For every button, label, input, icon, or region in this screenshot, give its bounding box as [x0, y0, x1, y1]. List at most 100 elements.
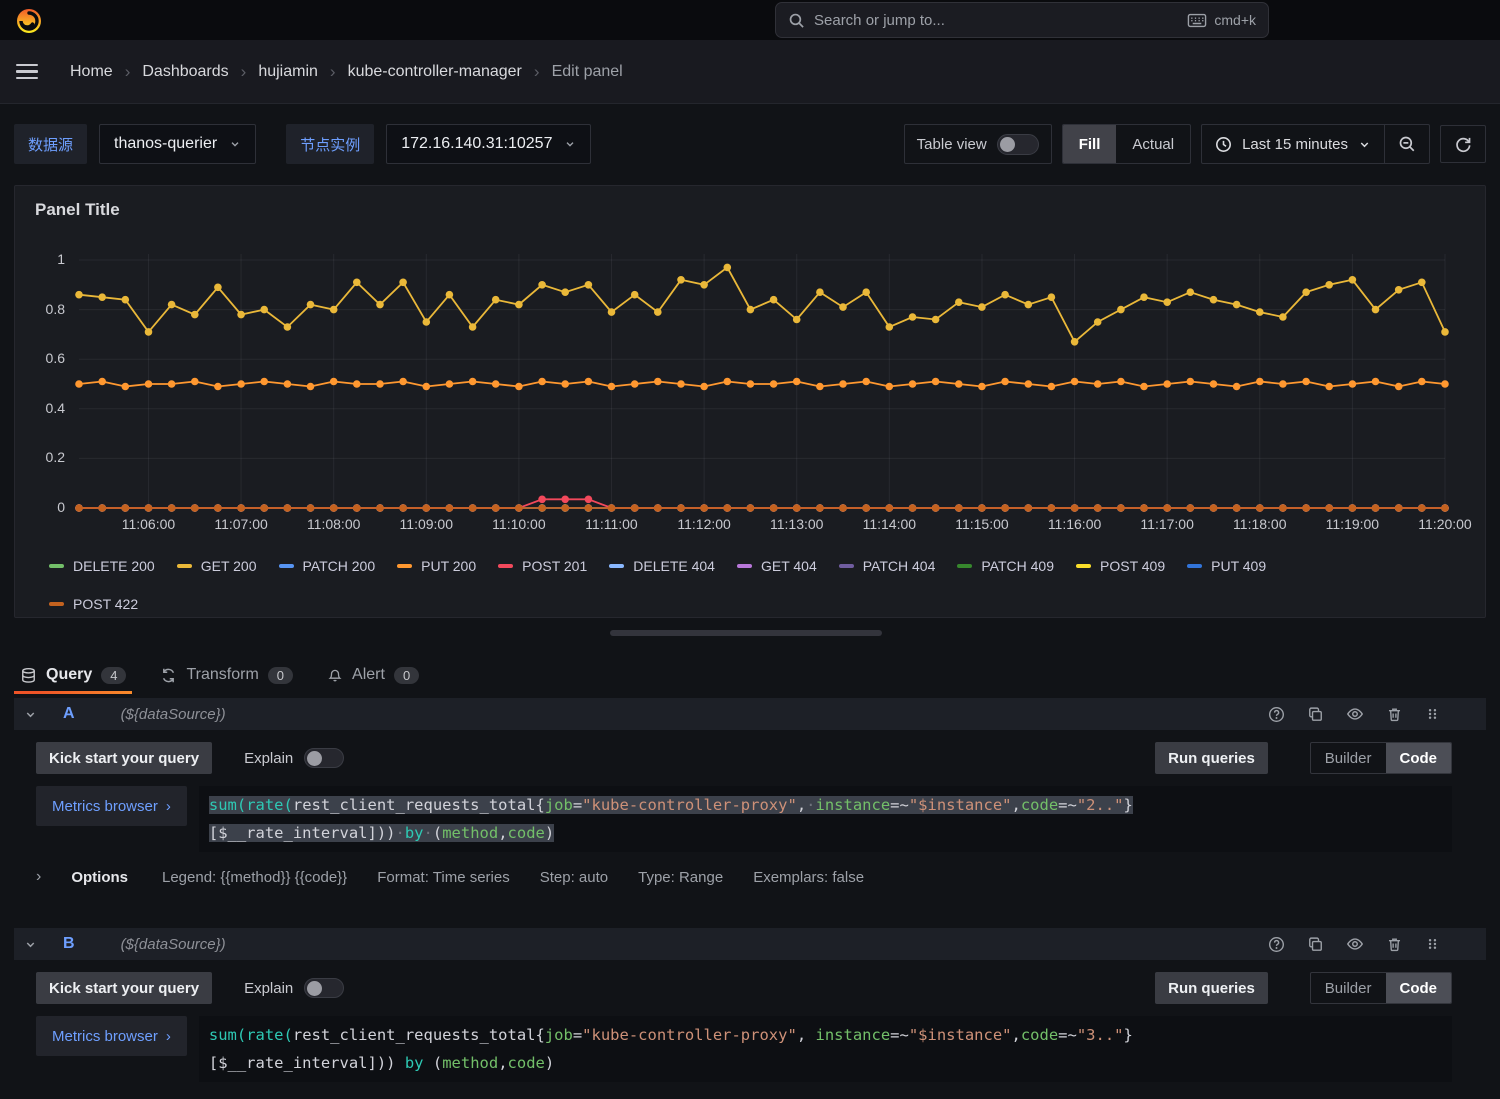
legend-swatch: [177, 564, 192, 568]
run-queries-button[interactable]: Run queries: [1155, 972, 1268, 1004]
legend-label: PATCH 200: [303, 558, 376, 574]
query-editor-row: Metrics browser › sum(rate(rest_client_r…: [36, 786, 1486, 852]
legend-item[interactable]: GET 404: [737, 558, 817, 574]
table-view-label: Table view: [917, 136, 987, 153]
legend-item[interactable]: POST 201: [498, 558, 587, 574]
search-input[interactable]: Search or jump to... cmd+k: [775, 2, 1269, 38]
legend-item[interactable]: PUT 409: [1187, 558, 1266, 574]
query-row-header[interactable]: B (${dataSource}): [14, 928, 1486, 960]
legend-swatch: [397, 564, 412, 568]
breadcrumb-item[interactable]: hujiamin: [258, 63, 318, 81]
code-line: sum(rate(rest_client_requests_total{job=…: [209, 791, 1442, 819]
query-count-badge: 4: [101, 667, 126, 684]
legend-swatch: [279, 564, 294, 568]
database-icon: [20, 667, 37, 684]
time-series-chart[interactable]: 00.20.40.60.8111:06:0011:07:0011:08:0011…: [29, 244, 1469, 550]
help-icon[interactable]: [1268, 706, 1285, 723]
query-section: Query 4 Transform 0 Alert 0: [0, 650, 1500, 1099]
collapse-chevron-icon[interactable]: [24, 938, 37, 951]
legend-label: PATCH 409: [981, 558, 1054, 574]
zoom-out-button[interactable]: [1385, 125, 1429, 163]
chevron-down-icon: [1358, 138, 1371, 151]
bell-icon: [327, 667, 343, 683]
builder-option[interactable]: Builder: [1311, 743, 1386, 773]
explain-toggle[interactable]: [304, 748, 344, 768]
collapse-chevron-icon[interactable]: [24, 708, 37, 721]
panel: Panel Title 00.20.40.60.8111:06:0011:07:…: [14, 185, 1486, 618]
x-axis-tick-label: 11:07:00: [196, 516, 286, 532]
query-ref-id[interactable]: A: [63, 705, 75, 723]
tab-alert[interactable]: Alert 0: [327, 658, 419, 692]
explain-toggle[interactable]: [304, 978, 344, 998]
breadcrumb-item[interactable]: Home: [70, 63, 113, 81]
transform-count-badge: 0: [268, 667, 293, 684]
metrics-browser-button[interactable]: Metrics browser ›: [36, 1016, 187, 1056]
drag-handle-icon[interactable]: [1425, 936, 1440, 952]
time-range-picker[interactable]: Last 15 minutes: [1202, 125, 1384, 163]
x-axis-tick-label: 11:18:00: [1215, 516, 1305, 532]
code-option[interactable]: Code: [1386, 743, 1452, 773]
disable-eye-icon[interactable]: [1346, 705, 1364, 723]
delete-icon[interactable]: [1386, 706, 1403, 723]
query-row-actions: [1268, 705, 1476, 723]
actual-option[interactable]: Actual: [1116, 125, 1190, 163]
legend-item[interactable]: PATCH 404: [839, 558, 936, 574]
query-datasource: (${dataSource}): [121, 706, 226, 723]
legend-item[interactable]: PATCH 200: [279, 558, 376, 574]
query-ref-id[interactable]: B: [63, 935, 75, 953]
menu-toggle-icon[interactable]: [16, 57, 50, 87]
options-label[interactable]: Options: [71, 869, 128, 886]
pane-resize-handle[interactable]: [610, 630, 882, 636]
fill-option[interactable]: Fill: [1063, 125, 1117, 163]
code-option[interactable]: Code: [1386, 973, 1452, 1003]
breadcrumb-item: Edit panel: [552, 63, 623, 81]
builder-option[interactable]: Builder: [1311, 973, 1386, 1003]
explain-control: Explain: [244, 978, 344, 998]
shortcut-hint: cmd+k: [1187, 12, 1256, 28]
legend-item[interactable]: POST 409: [1076, 558, 1165, 574]
legend-label: PUT 200: [421, 558, 476, 574]
legend-item[interactable]: GET 200: [177, 558, 257, 574]
breadcrumb-item[interactable]: kube-controller-manager: [348, 63, 522, 81]
search-placeholder: Search or jump to...: [814, 12, 1178, 29]
x-axis-tick-label: 11:17:00: [1122, 516, 1212, 532]
editor-tabs: Query 4 Transform 0 Alert 0: [14, 650, 1486, 694]
query-row-header[interactable]: A (${dataSource}): [14, 698, 1486, 730]
breadcrumb-item[interactable]: Dashboards: [142, 63, 228, 81]
explain-label: Explain: [244, 750, 293, 767]
legend-item[interactable]: DELETE 404: [609, 558, 715, 574]
metrics-browser-button[interactable]: Metrics browser ›: [36, 786, 187, 826]
variable-select[interactable]: thanos-querier: [99, 124, 256, 164]
disable-eye-icon[interactable]: [1346, 935, 1364, 953]
delete-icon[interactable]: [1386, 936, 1403, 953]
alert-count-badge: 0: [394, 667, 419, 684]
duplicate-icon[interactable]: [1307, 936, 1324, 953]
chevron-right-icon[interactable]: ›: [36, 868, 41, 886]
tab-query[interactable]: Query 4: [20, 658, 126, 692]
chevron-down-icon: [564, 138, 576, 150]
kick-start-button[interactable]: Kick start your query: [36, 742, 212, 774]
duplicate-icon[interactable]: [1307, 706, 1324, 723]
builder-code-switch: Builder Code: [1310, 742, 1452, 774]
help-icon[interactable]: [1268, 936, 1285, 953]
chart-legend: DELETE 200 GET 200 PATCH 200 PUT 200 POST 20…: [49, 558, 1473, 612]
kick-start-button[interactable]: Kick start your query: [36, 972, 212, 1004]
chart-plot[interactable]: [71, 244, 1455, 534]
refresh-button[interactable]: [1440, 125, 1486, 163]
legend-item[interactable]: PATCH 409: [957, 558, 1054, 574]
run-queries-button[interactable]: Run queries: [1155, 742, 1268, 774]
grafana-logo-icon[interactable]: [14, 5, 44, 35]
x-axis-tick-label: 11:12:00: [659, 516, 749, 532]
drag-handle-icon[interactable]: [1425, 706, 1440, 722]
variable-select[interactable]: 172.16.140.31:10257: [386, 124, 591, 164]
promql-code-editor[interactable]: sum(rate(rest_client_requests_total{job=…: [199, 786, 1452, 852]
table-view-toggle[interactable]: [997, 134, 1039, 155]
query-option-summary: Format: Time series: [377, 869, 510, 886]
legend-item[interactable]: DELETE 200: [49, 558, 155, 574]
legend-item[interactable]: POST 422: [49, 596, 138, 612]
chevron-down-icon: [229, 138, 241, 150]
x-axis-tick-label: 11:10:00: [474, 516, 564, 532]
tab-transform[interactable]: Transform 0: [160, 658, 293, 692]
promql-code-editor[interactable]: sum(rate(rest_client_requests_total{job=…: [199, 1016, 1452, 1082]
legend-item[interactable]: PUT 200: [397, 558, 476, 574]
